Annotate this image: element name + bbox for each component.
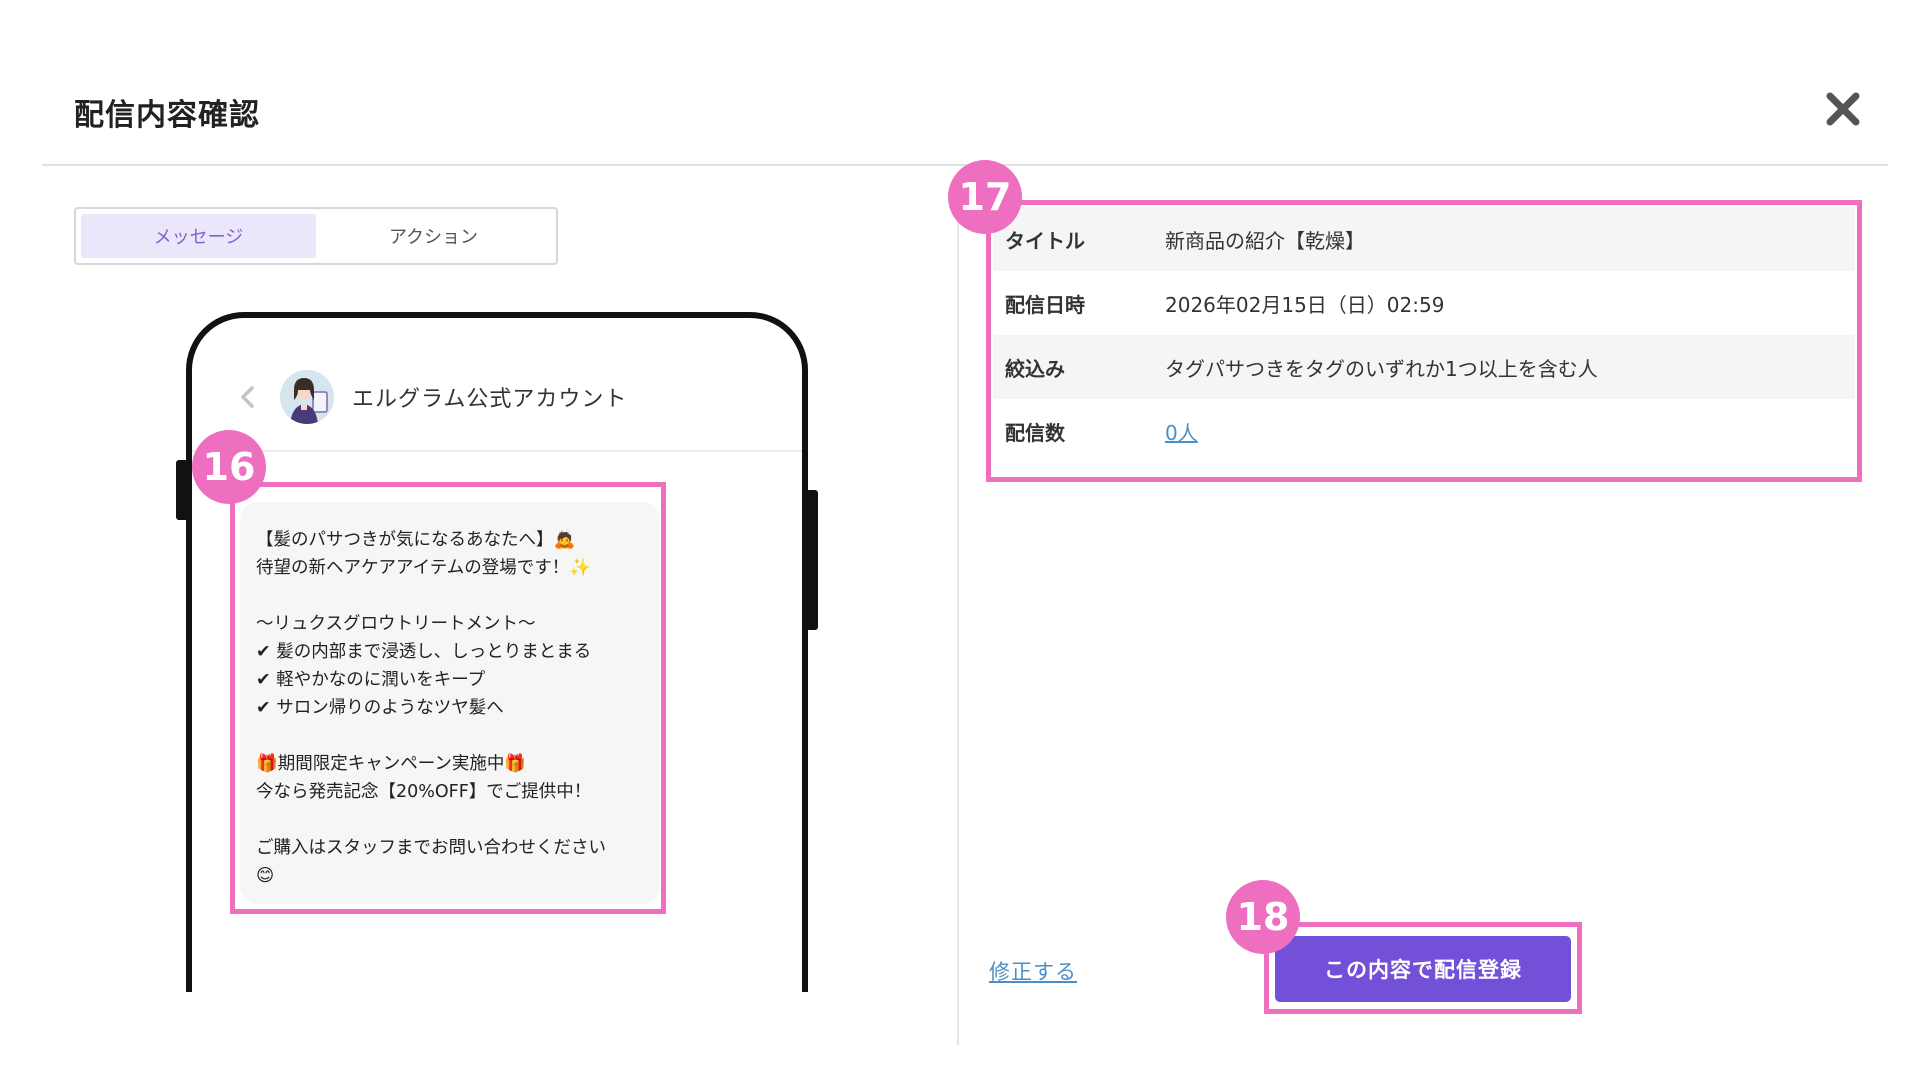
avatar-image	[280, 370, 334, 424]
chevron-left-icon[interactable]	[236, 382, 258, 412]
highlight-box-17	[986, 200, 1862, 482]
close-icon	[1826, 92, 1860, 126]
avatar	[280, 370, 334, 424]
tab-action[interactable]: アクション	[316, 214, 551, 258]
badge-17: 17	[948, 160, 1022, 234]
close-button[interactable]	[1820, 86, 1866, 132]
edit-link[interactable]: 修正する	[989, 956, 1077, 986]
badge-18: 18	[1226, 880, 1300, 954]
badge-16: 16	[192, 430, 266, 504]
panel-divider	[957, 200, 959, 1045]
chat-header: エルグラム公式アカウント	[192, 318, 802, 452]
tab-message[interactable]: メッセージ	[81, 214, 316, 258]
account-name: エルグラム公式アカウント	[352, 387, 628, 412]
highlight-box-16	[230, 482, 666, 914]
highlight-box-18	[1264, 922, 1582, 1014]
tab-bar: メッセージ アクション	[74, 207, 558, 265]
modal-title: 配信内容確認	[74, 98, 260, 133]
